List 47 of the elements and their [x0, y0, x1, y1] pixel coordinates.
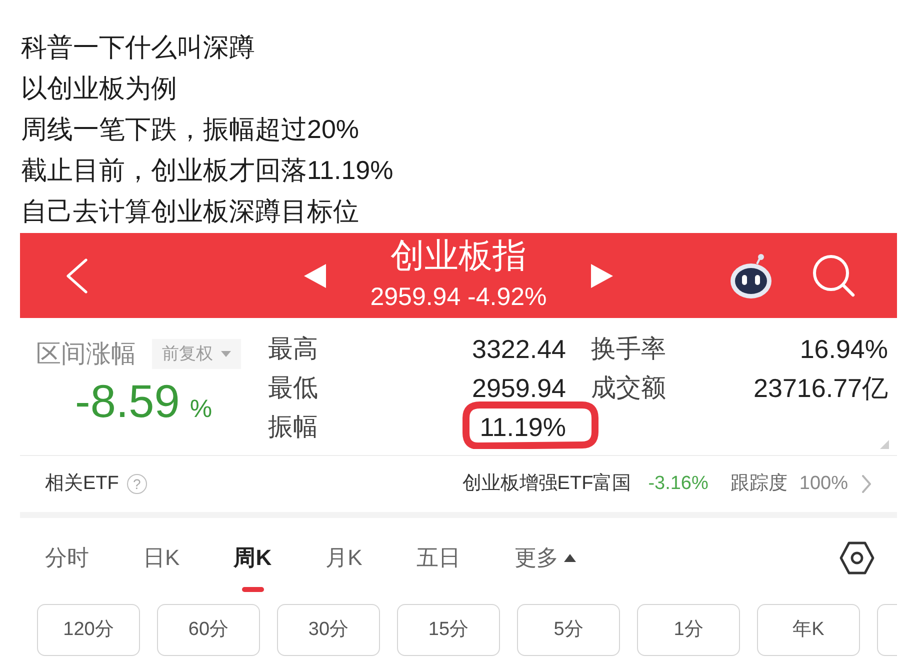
stat-label: 换手率 [591, 334, 666, 364]
period-button[interactable]: 15分 [397, 604, 500, 656]
stat-label: 振幅 [268, 412, 318, 442]
stat-label: 最低 [268, 372, 318, 402]
etf-label: 相关ETF [45, 472, 119, 496]
search-icon[interactable] [812, 254, 855, 297]
post-text: 科普一下什么叫深蹲 [21, 31, 255, 64]
range-change-label: 区间涨幅 [36, 339, 136, 369]
period-button[interactable]: 30分 [277, 604, 380, 656]
stat-value: 23716.77亿 [754, 372, 888, 402]
post-text: 自己去计算创业板深蹲目标位 [21, 195, 359, 228]
chevron-right-icon[interactable] [862, 475, 872, 493]
stat-value: 3322.44 [472, 334, 566, 364]
stat-value: 2959.94 [472, 372, 566, 402]
tracking-value: 100% [799, 472, 848, 496]
index-quote: 2959.94 -4.92% [370, 282, 547, 312]
settings-icon[interactable] [839, 541, 875, 575]
etf-change: -3.16% [648, 472, 708, 496]
stat-value: 16.94% [800, 334, 888, 364]
stat-label: 最高 [268, 334, 318, 364]
stat-value: 11.19% [480, 412, 566, 442]
percent-unit: % [190, 394, 212, 424]
left-triangle-icon[interactable] [304, 264, 326, 288]
back-icon[interactable] [65, 258, 89, 294]
chart-tab[interactable]: 周K [234, 543, 272, 592]
stat-label: 成交额 [591, 372, 666, 402]
post-text: 周线一笔下跌，振幅超过20% [21, 113, 360, 146]
right-triangle-icon[interactable] [590, 264, 613, 288]
range-change-value: -8.59 [75, 376, 180, 426]
tracking-label: 跟踪度 [730, 472, 788, 496]
period-button[interactable]: 年K [757, 604, 860, 656]
chart-tab[interactable]: 五日 [416, 543, 460, 573]
post-text: 截止目前，创业板才回落11.19% [21, 154, 394, 187]
chart-tab[interactable]: 月K [326, 543, 362, 573]
period-button[interactable]: 120分 [37, 604, 140, 656]
chart-tab[interactable]: 日K [143, 543, 180, 573]
etf-name: 创业板增强ETF富国 [462, 472, 632, 496]
period-button[interactable]: 5分 [517, 604, 620, 656]
index-title: 创业板指 [390, 236, 526, 276]
robot-icon[interactable] [730, 252, 772, 298]
period-button[interactable]: 1分 [637, 604, 740, 656]
period-button[interactable]: 60分 [157, 604, 260, 656]
chart-tab[interactable]: 更多 [514, 543, 576, 573]
post-text: 以创业板为例 [21, 72, 177, 105]
chart-tab[interactable]: 分时 [45, 543, 89, 573]
corner-triangle-icon [880, 440, 889, 449]
caret-down-icon [221, 351, 231, 357]
